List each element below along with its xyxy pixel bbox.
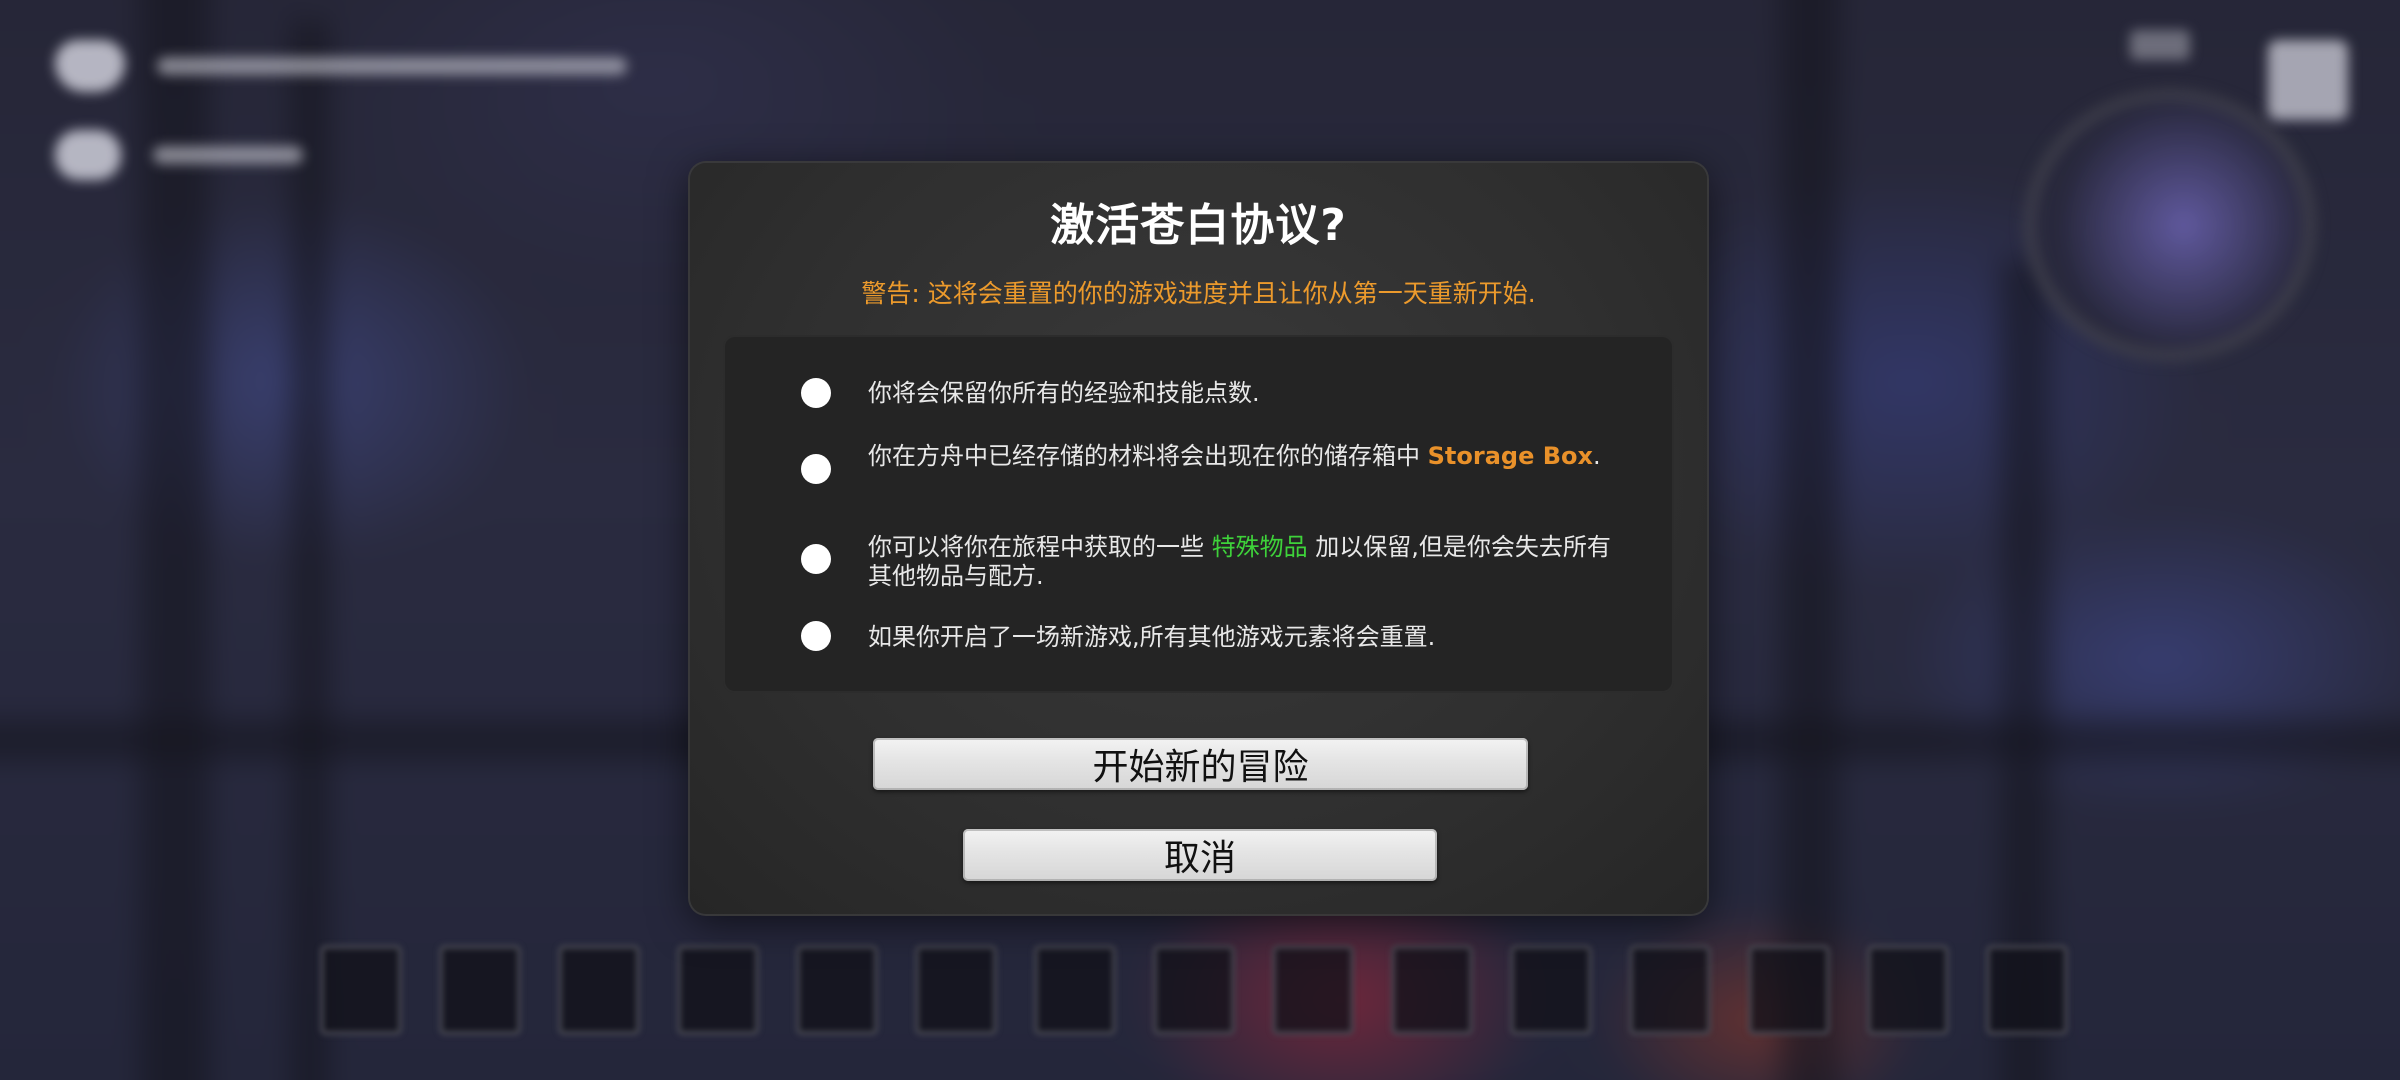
hotbar-slot[interactable] (915, 945, 997, 1035)
hotbar-slot[interactable] (796, 945, 878, 1035)
info-text: 你将会保留你所有的经验和技能点数. (868, 379, 1260, 407)
dialog-title: 激活苍白协议? (1050, 200, 1347, 251)
info-text-prefix: 你在方舟中已经存储的材料将会出现在你的储存箱中 (868, 442, 1428, 470)
start-new-adventure-button[interactable]: 开始新的冒险 (873, 738, 1528, 790)
map-toggle-icon[interactable] (2130, 30, 2190, 60)
heart-icon (55, 40, 125, 92)
hotbar-slot[interactable] (1629, 945, 1711, 1035)
stamina-bar (153, 146, 303, 164)
map-button[interactable] (2268, 40, 2348, 120)
stamina-icon (55, 130, 121, 180)
hotbar-slot[interactable] (1034, 945, 1116, 1035)
hotbar-slot[interactable] (439, 945, 521, 1035)
hotbar-slot[interactable] (1391, 945, 1473, 1035)
hotbar-slot[interactable] (558, 945, 640, 1035)
info-text: 你可以将你在旅程中获取的一些 特殊物品 加以保留,但是你会失去所有其他物品与配方… (868, 533, 1628, 591)
info-text: 你在方舟中已经存储的材料将会出现在你的储存箱中 Storage Box. (868, 442, 1628, 471)
hotbar-slot[interactable] (1272, 945, 1354, 1035)
hotbar-slot[interactable] (1986, 945, 2068, 1035)
hotbar-slot[interactable] (1748, 945, 1830, 1035)
hotbar-slot[interactable] (1510, 945, 1592, 1035)
bullet-dot-icon (801, 544, 831, 574)
bullet-dot-icon (801, 621, 831, 651)
hotbar-slot[interactable] (1867, 945, 1949, 1035)
pale-protocol-dialog: 激活苍白协议? 警告: 这将会重置的你的游戏进度并且让你从第一天重新开始. 你将… (690, 163, 1707, 914)
bullet-dot-icon (801, 454, 831, 484)
minimap[interactable] (2025, 90, 2315, 360)
warning-text: 警告: 这将会重置的你的游戏进度并且让你从第一天重新开始. (861, 279, 1536, 308)
info-text-prefix: 你可以将你在旅程中获取的一些 (868, 533, 1212, 561)
info-text-suffix: . (1593, 442, 1601, 470)
hotbar-slot[interactable] (1153, 945, 1235, 1035)
health-hud (55, 40, 627, 92)
special-items-highlight: 特殊物品 (1211, 533, 1308, 561)
info-panel: 你将会保留你所有的经验和技能点数. 你在方舟中已经存储的材料将会出现在你的储存箱… (723, 335, 1674, 693)
stamina-hud (55, 130, 303, 180)
bullet-dot-icon (801, 378, 831, 408)
storage-box-highlight: Storage Box (1427, 442, 1593, 470)
cancel-button[interactable]: 取消 (963, 829, 1437, 881)
game-screen: 激活苍白协议? 警告: 这将会重置的你的游戏进度并且让你从第一天重新开始. 你将… (0, 0, 2400, 1080)
hotbar (320, 945, 2068, 1035)
health-bar (157, 57, 627, 75)
hotbar-slot[interactable] (677, 945, 759, 1035)
hotbar-slot[interactable] (320, 945, 402, 1035)
info-text: 如果你开启了一场新游戏,所有其他游戏元素将会重置. (868, 623, 1436, 651)
